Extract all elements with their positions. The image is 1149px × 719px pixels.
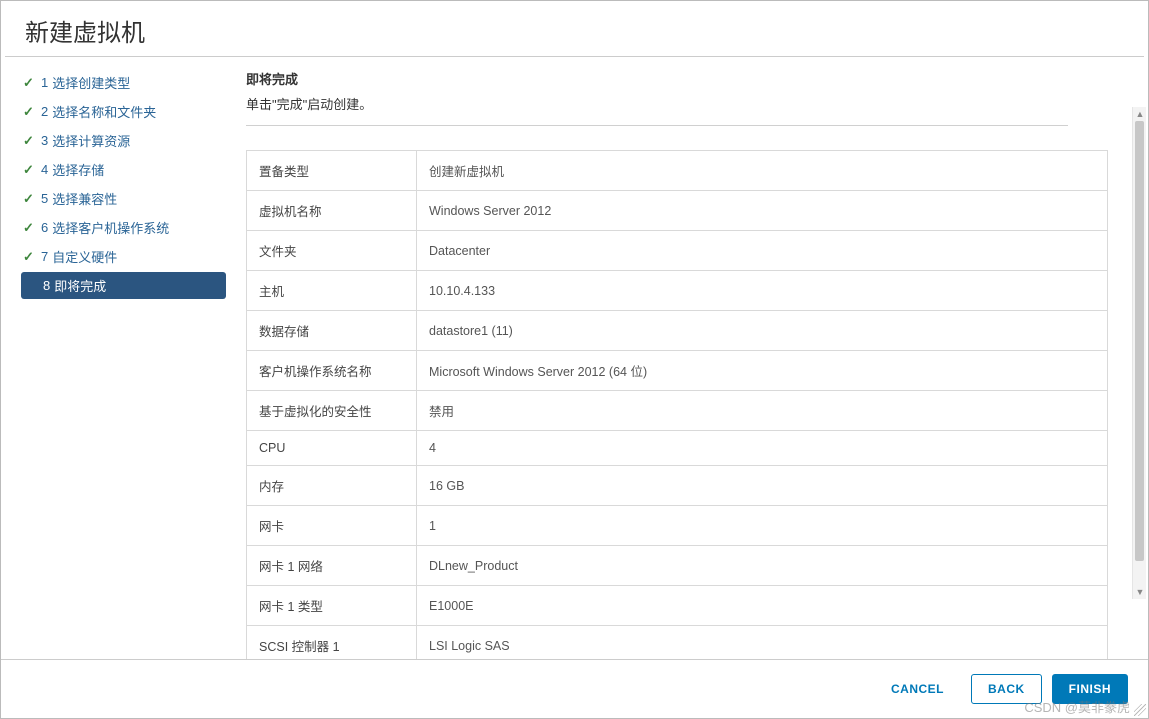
panel-title: 即将完成 [246,69,1108,88]
summary-key: 主机 [247,271,417,311]
step-label: 选择名称和文件夹 [52,102,156,121]
summary-key: CPU [247,431,417,466]
scroll-up-icon[interactable]: ▲ [1133,107,1147,121]
table-row: 内存16 GB [247,466,1108,506]
step-label: 选择客户机操作系统 [52,218,169,237]
summary-value: 创建新虚拟机 [417,151,1108,191]
table-row: 基于虚拟化的安全性禁用 [247,391,1108,431]
wizard-step-8[interactable]: 8 即将完成 [21,272,226,299]
table-row: 网卡1 [247,506,1108,546]
wizard-step-1[interactable]: ✓1 选择创建类型 [21,69,226,96]
panel-subtitle: 单击"完成"启动创建。 [246,94,1108,113]
wizard-main-panel: 即将完成 单击"完成"启动创建。 置备类型创建新虚拟机虚拟机名称Windows … [226,57,1148,659]
wizard-footer: CANCEL BACK FINISH [1,659,1148,718]
summary-key: 客户机操作系统名称 [247,351,417,391]
summary-key: 置备类型 [247,151,417,191]
check-icon: ✓ [23,104,41,120]
table-row: 置备类型创建新虚拟机 [247,151,1108,191]
check-icon: ✓ [23,162,41,178]
summary-key: 网卡 1 网络 [247,546,417,586]
summary-value: 16 GB [417,466,1108,506]
summary-key: 基于虚拟化的安全性 [247,391,417,431]
table-row: 网卡 1 类型E1000E [247,586,1108,626]
table-row: SCSI 控制器 1LSI Logic SAS [247,626,1108,660]
check-icon: ✓ [23,133,41,149]
summary-value: DLnew_Product [417,546,1108,586]
summary-key: 网卡 [247,506,417,546]
summary-key: 文件夹 [247,231,417,271]
dialog-body: ✓1选择创建类型✓2选择名称和文件夹✓3选择计算资源✓4选择存储✓5选择兼容性✓… [1,57,1148,659]
finish-button[interactable]: FINISH [1052,674,1128,704]
summary-value: LSI Logic SAS [417,626,1108,660]
step-label: 选择创建类型 [52,73,130,92]
summary-value: E1000E [417,586,1108,626]
summary-table: 置备类型创建新虚拟机虚拟机名称Windows Server 2012文件夹Dat… [246,150,1108,659]
step-label: 选择存储 [52,160,104,179]
table-row: 网卡 1 网络DLnew_Product [247,546,1108,586]
step-number: 8 [43,278,50,293]
step-number: 5 [41,191,48,206]
check-icon: ✓ [23,220,41,236]
resize-grip-icon[interactable] [1134,704,1146,716]
summary-value: 10.10.4.133 [417,271,1108,311]
step-number: 4 [41,162,48,177]
table-row: 主机10.10.4.133 [247,271,1108,311]
summary-key: SCSI 控制器 1 [247,626,417,660]
summary-key: 内存 [247,466,417,506]
summary-table-wrap: 置备类型创建新虚拟机虚拟机名称Windows Server 2012文件夹Dat… [246,150,1148,659]
wizard-step-2[interactable]: ✓2 选择名称和文件夹 [21,98,226,125]
table-row: 数据存储datastore1 (11) [247,311,1108,351]
step-label: 自定义硬件 [52,247,117,266]
step-label: 选择计算资源 [52,131,130,150]
scroll-down-icon[interactable]: ▼ [1133,585,1147,599]
step-number: 6 [41,220,48,235]
scroll-thumb[interactable] [1135,121,1144,561]
wizard-step-7[interactable]: ✓7 自定义硬件 [21,243,226,270]
wizard-steps-sidebar: ✓1选择创建类型✓2选择名称和文件夹✓3选择计算资源✓4选择存储✓5选择兼容性✓… [1,57,226,659]
panel-divider [246,125,1068,126]
step-number: 3 [41,133,48,148]
summary-value: 4 [417,431,1108,466]
step-label: 即将完成 [54,276,106,295]
check-icon: ✓ [23,249,41,265]
table-row: 虚拟机名称Windows Server 2012 [247,191,1108,231]
summary-value: datastore1 (11) [417,311,1108,351]
step-number: 7 [41,249,48,264]
wizard-step-6[interactable]: ✓6 选择客户机操作系统 [21,214,226,241]
step-label: 选择兼容性 [52,189,117,208]
step-number: 1 [41,75,48,90]
summary-value: Windows Server 2012 [417,191,1108,231]
summary-key: 数据存储 [247,311,417,351]
wizard-step-4[interactable]: ✓4 选择存储 [21,156,226,183]
summary-value: 1 [417,506,1108,546]
cancel-button[interactable]: CANCEL [874,674,961,704]
wizard-step-3[interactable]: ✓3 选择计算资源 [21,127,226,154]
table-row: 文件夹Datacenter [247,231,1108,271]
summary-value: Datacenter [417,231,1108,271]
summary-value: 禁用 [417,391,1108,431]
step-number: 2 [41,104,48,119]
summary-value: Microsoft Windows Server 2012 (64 位) [417,351,1108,391]
wizard-step-5[interactable]: ✓5 选择兼容性 [21,185,226,212]
vertical-scrollbar[interactable]: ▲ ▼ [1132,107,1146,599]
check-icon: ✓ [23,75,41,91]
summary-key: 虚拟机名称 [247,191,417,231]
table-row: CPU4 [247,431,1108,466]
check-icon: ✓ [23,191,41,207]
back-button[interactable]: BACK [971,674,1042,704]
table-row: 客户机操作系统名称Microsoft Windows Server 2012 (… [247,351,1108,391]
new-vm-wizard-dialog: 新建虚拟机 ✓1选择创建类型✓2选择名称和文件夹✓3选择计算资源✓4选择存储✓5… [0,0,1149,719]
dialog-title: 新建虚拟机 [5,1,1144,57]
summary-key: 网卡 1 类型 [247,586,417,626]
